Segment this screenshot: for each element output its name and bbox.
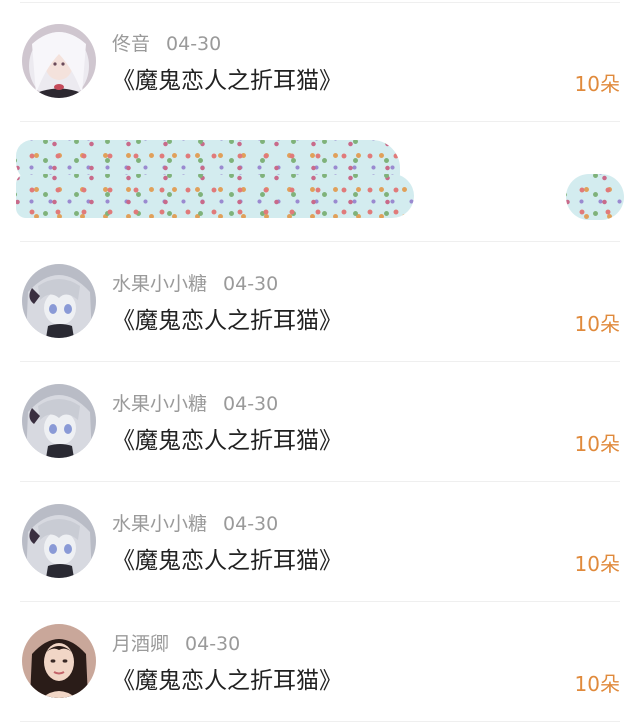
- gift-amount: 10朵: [574, 672, 620, 696]
- avatar[interactable]: [22, 624, 96, 698]
- gift-title: 《魔鬼恋人之折耳猫》: [112, 68, 342, 94]
- list-item[interactable]: 水果小小糖 04-30 《魔鬼恋人之折耳猫》 10朵: [0, 242, 640, 362]
- avatar[interactable]: [22, 264, 96, 338]
- username[interactable]: 月酒卿: [112, 633, 169, 655]
- list-item-redacted[interactable]: [0, 122, 640, 242]
- gift-title: 《魔鬼恋人之折耳猫》: [112, 428, 342, 454]
- date: 04-30: [223, 273, 279, 295]
- gift-amount: 10朵: [574, 312, 620, 336]
- list-item[interactable]: 月酒卿 04-30 《魔鬼恋人之折耳猫》 10朵: [0, 602, 640, 722]
- meta: 月酒卿 04-30: [112, 629, 240, 656]
- gift-amount: 10朵: [574, 432, 620, 456]
- gift-title: 《魔鬼恋人之折耳猫》: [112, 308, 342, 334]
- date: 04-30: [166, 33, 222, 55]
- meta: 佟音 04-30: [112, 29, 221, 56]
- avatar-anime-grey-hair-icon: [22, 504, 96, 578]
- list-item[interactable]: 水果小小糖 04-30 《魔鬼恋人之折耳猫》 10朵: [0, 482, 640, 602]
- avatar-white-hair-girl-icon: [22, 24, 96, 98]
- gift-amount: 10朵: [574, 72, 620, 96]
- meta: 水果小小糖 04-30: [112, 509, 278, 536]
- avatar-anime-grey-hair-icon: [22, 264, 96, 338]
- date: 04-30: [223, 393, 279, 415]
- gift-title: 《魔鬼恋人之折耳猫》: [112, 668, 342, 694]
- list-item[interactable]: 佟音 04-30 《魔鬼恋人之折耳猫》 10朵: [0, 2, 640, 122]
- date: 04-30: [223, 513, 279, 535]
- meta: 水果小小糖 04-30: [112, 269, 278, 296]
- meta: 水果小小糖 04-30: [112, 389, 278, 416]
- avatar[interactable]: [22, 384, 96, 458]
- list-item[interactable]: 水果小小糖 04-30 《魔鬼恋人之折耳猫》 10朵: [0, 362, 640, 482]
- gift-title: 《魔鬼恋人之折耳猫》: [112, 548, 342, 574]
- date: 04-30: [185, 633, 241, 655]
- username[interactable]: 水果小小糖: [112, 513, 207, 535]
- avatar[interactable]: [22, 504, 96, 578]
- username[interactable]: 水果小小糖: [112, 273, 207, 295]
- avatar-anime-grey-hair-icon: [22, 384, 96, 458]
- redaction-scribble: [16, 174, 414, 218]
- redaction-scribble: [566, 174, 624, 220]
- username[interactable]: 佟音: [112, 33, 150, 55]
- avatar[interactable]: [22, 24, 96, 98]
- avatar-photo-woman-icon: [22, 624, 96, 698]
- gift-amount: 10朵: [574, 552, 620, 576]
- username[interactable]: 水果小小糖: [112, 393, 207, 415]
